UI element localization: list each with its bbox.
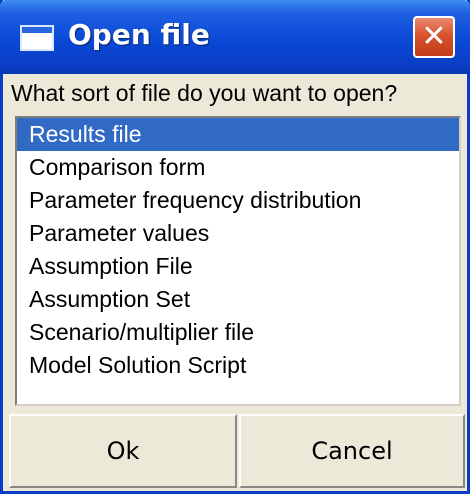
title-bar[interactable]: Open file ✕: [0, 0, 470, 74]
list-item-assumption-file[interactable]: Assumption File: [17, 250, 459, 283]
list-item-parameter-frequency-distribution[interactable]: Parameter frequency distribution: [17, 184, 459, 217]
list-item-assumption-set[interactable]: Assumption Set: [17, 283, 459, 316]
window-icon: [20, 25, 54, 51]
list-item-comparison-form[interactable]: Comparison form: [17, 151, 459, 184]
list-item-model-solution-script[interactable]: Model Solution Script: [17, 349, 459, 382]
list-item-results-file[interactable]: Results file: [17, 118, 459, 151]
prompt-label: What sort of file do you want to open?: [11, 80, 398, 106]
open-file-dialog: Open file ✕ What sort of file do you wan…: [0, 0, 470, 494]
close-button[interactable]: ✕: [413, 16, 455, 58]
ok-button[interactable]: Ok: [9, 414, 237, 488]
cancel-button[interactable]: Cancel: [239, 414, 465, 488]
list-item-parameter-values[interactable]: Parameter values: [17, 217, 459, 250]
window-title: Open file: [68, 18, 210, 51]
file-type-list[interactable]: Results file Comparison form Parameter f…: [15, 116, 461, 406]
list-item-scenario-multiplier-file[interactable]: Scenario/multiplier file: [17, 316, 459, 349]
